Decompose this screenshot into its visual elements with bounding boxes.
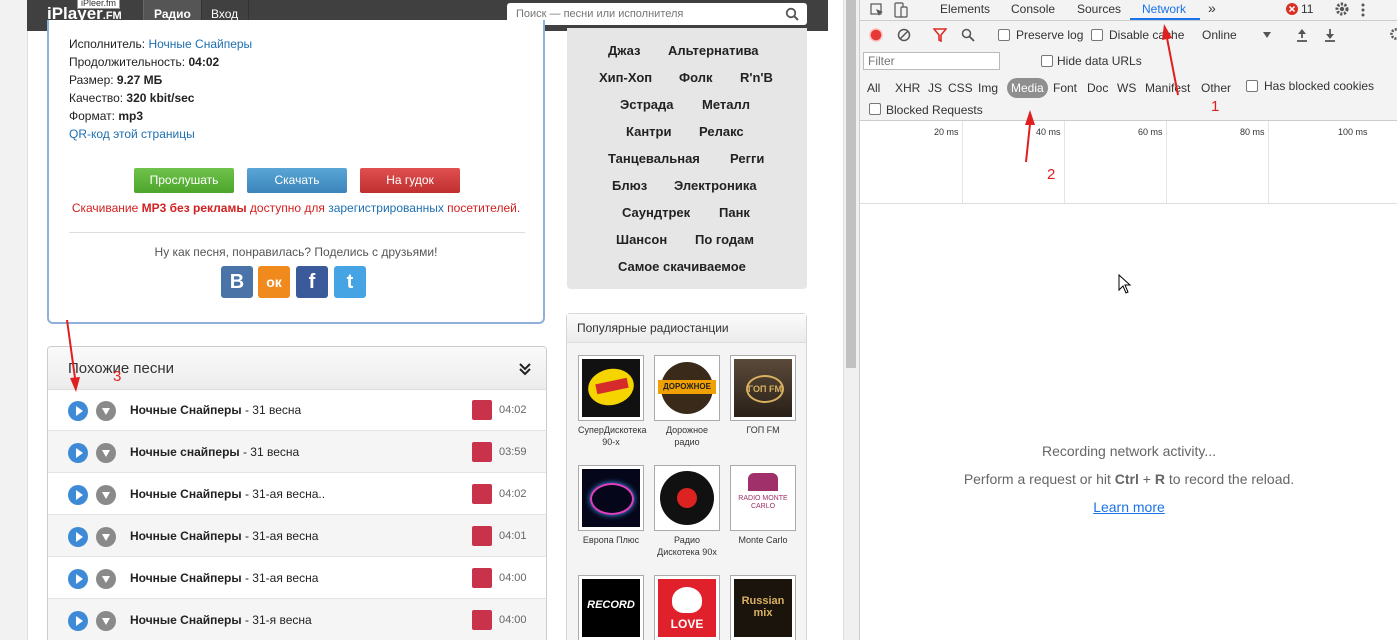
annotation-arrows-devtools [1025, 24, 1179, 163]
annotation-number-1: 1 [1211, 98, 1220, 115]
annotation-number-2: 2 [1047, 166, 1056, 183]
